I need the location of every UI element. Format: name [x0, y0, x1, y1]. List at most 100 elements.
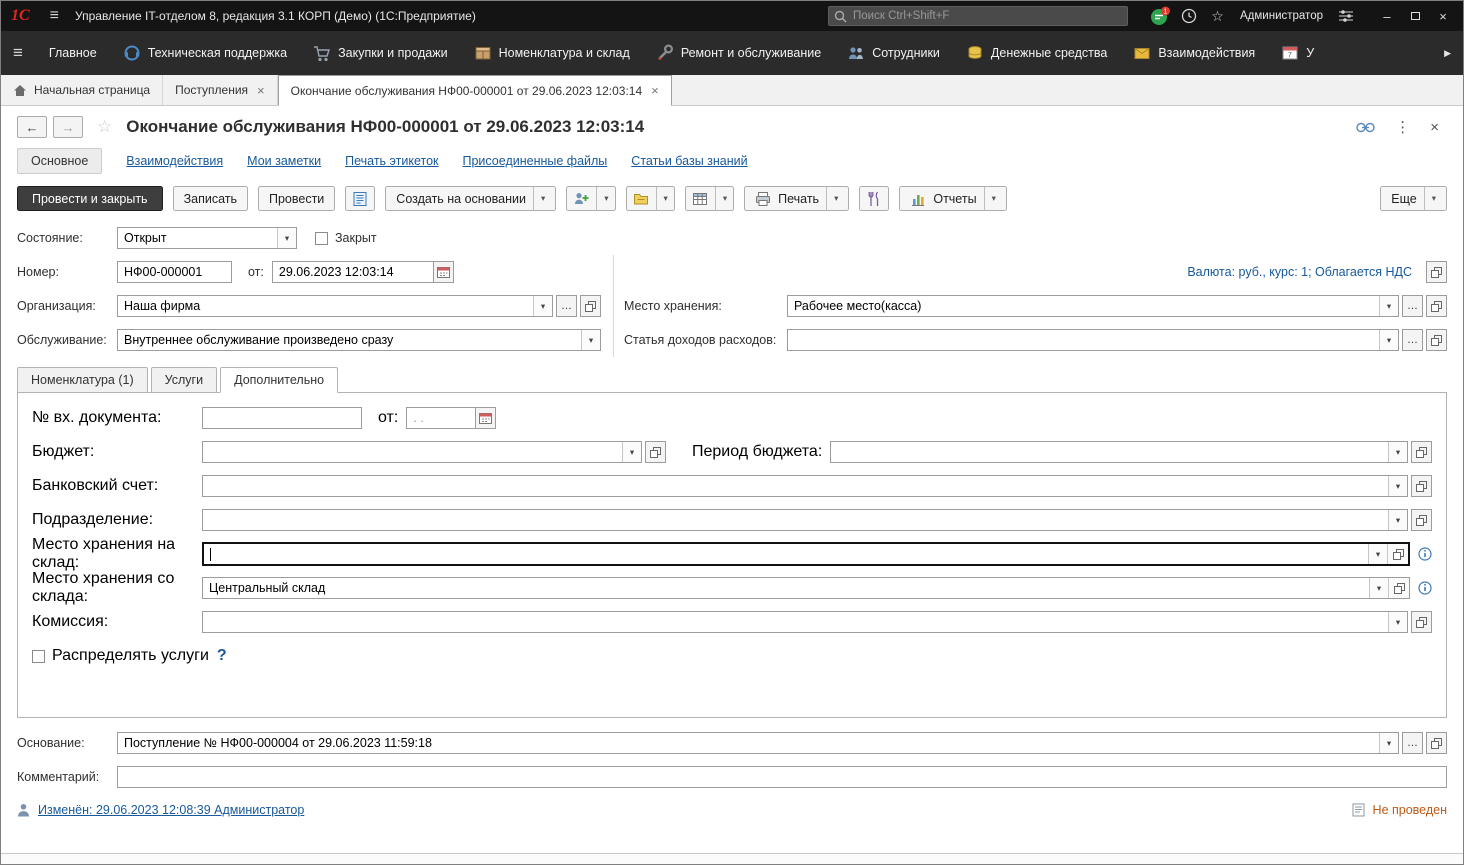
- budget-period-combobox[interactable]: ▾: [830, 441, 1408, 463]
- menu-item-denezhnye[interactable]: Денежные средства: [966, 44, 1107, 62]
- dropdown-icon[interactable]: ▾: [533, 187, 545, 210]
- department-combobox[interactable]: ▾: [202, 509, 1408, 531]
- dropdown-icon[interactable]: ▾: [1388, 612, 1407, 632]
- budget-combobox[interactable]: ▾: [202, 441, 642, 463]
- info-icon[interactable]: [1418, 581, 1432, 595]
- favorite-star-icon[interactable]: ☆: [97, 117, 112, 137]
- main-menu-icon[interactable]: ≡: [42, 7, 67, 25]
- closed-checkbox[interactable]: Закрыт: [315, 231, 377, 245]
- sections-menu-icon[interactable]: ≡: [13, 43, 23, 63]
- choose-button[interactable]: …: [556, 295, 577, 317]
- close-icon[interactable]: ×: [651, 83, 659, 98]
- menu-item-uchet[interactable]: 7 У: [1281, 44, 1314, 62]
- dropdown-icon[interactable]: ▾: [1388, 510, 1407, 530]
- tab-okonchanie-obsluzhivaniya[interactable]: Окончание обслуживания НФ00-000001 от 29…: [278, 75, 672, 106]
- menu-item-nomenklatura[interactable]: Номенклатура и склад: [474, 44, 630, 62]
- dropdown-icon[interactable]: ▾: [533, 296, 552, 316]
- checkbox-icon[interactable]: [32, 650, 45, 663]
- bank-account-combobox[interactable]: ▾: [202, 475, 1408, 497]
- print-button[interactable]: Печать ▾: [744, 186, 849, 211]
- open-icon[interactable]: [1388, 578, 1409, 598]
- dropdown-icon[interactable]: ▾: [715, 187, 727, 210]
- modified-link[interactable]: Изменён: 29.06.2023 12:08:39 Администрат…: [38, 803, 304, 817]
- dropdown-icon[interactable]: ▾: [1388, 476, 1407, 496]
- organization-combobox[interactable]: Наша фирма ▾: [117, 295, 553, 317]
- service-button[interactable]: [859, 186, 889, 211]
- state-combobox[interactable]: Открыт ▾: [117, 227, 297, 249]
- dropdown-icon[interactable]: ▾: [581, 330, 600, 350]
- service-combobox[interactable]: Внутреннее обслуживание произведено сраз…: [117, 329, 601, 351]
- maximize-button[interactable]: [1401, 2, 1429, 30]
- choose-button[interactable]: …: [1402, 329, 1423, 351]
- dropdown-icon[interactable]: ▾: [984, 187, 996, 210]
- dropdown-icon[interactable]: ▾: [1379, 330, 1398, 350]
- dropdown-icon[interactable]: ▾: [656, 187, 668, 210]
- post-button[interactable]: Провести: [258, 186, 335, 211]
- dropdown-icon[interactable]: ▾: [622, 442, 641, 462]
- calendar-button[interactable]: [475, 407, 496, 429]
- favorites-icon[interactable]: ☆: [1204, 3, 1231, 30]
- number-field[interactable]: НФ00-000001: [117, 261, 232, 283]
- minimize-button[interactable]: –: [1373, 2, 1401, 30]
- checkbox-icon[interactable]: [315, 232, 328, 245]
- dropdown-icon[interactable]: ▾: [1424, 187, 1436, 210]
- journal-button[interactable]: [345, 186, 375, 211]
- forward-button[interactable]: →: [53, 116, 83, 138]
- search-input[interactable]: [828, 6, 1128, 26]
- post-and-close-button[interactable]: Провести и закрыть: [17, 186, 163, 211]
- choose-button[interactable]: …: [1402, 732, 1423, 754]
- open-button[interactable]: [645, 441, 666, 463]
- dropdown-icon[interactable]: ▾: [277, 228, 296, 248]
- history-icon[interactable]: [1175, 3, 1202, 30]
- incoming-date-field[interactable]: . .: [406, 407, 476, 429]
- menu-item-zakupki[interactable]: Закупки и продажи: [313, 45, 448, 62]
- dropdown-icon[interactable]: ▾: [826, 187, 838, 210]
- basis-combobox[interactable]: Поступление № НФ00-000004 от 29.06.2023 …: [117, 732, 1399, 754]
- open-button[interactable]: [1411, 509, 1432, 531]
- open-button[interactable]: [1426, 732, 1447, 754]
- calendar-button[interactable]: [433, 261, 454, 283]
- dropdown-icon[interactable]: ▾: [596, 187, 608, 210]
- open-button[interactable]: [1426, 295, 1447, 317]
- menu-item-remont[interactable]: Ремонт и обслуживание: [656, 44, 821, 62]
- menu-overflow-icon[interactable]: ▶: [1444, 48, 1451, 59]
- open-button[interactable]: [580, 295, 601, 317]
- currency-info-link[interactable]: Валюта: руб., курс: 1; Облагается НДС: [1187, 265, 1412, 279]
- storage-from-warehouse-combobox[interactable]: Центральный склад ▾: [202, 577, 1410, 599]
- dropdown-icon[interactable]: ▾: [1379, 733, 1398, 753]
- reports-button[interactable]: Отчеты ▾: [899, 186, 1007, 211]
- date-field[interactable]: 29.06.2023 12:03:14: [272, 261, 434, 283]
- storage-to-warehouse-combobox[interactable]: ▾: [202, 542, 1410, 566]
- open-button[interactable]: [1411, 475, 1432, 497]
- distribute-services-checkbox[interactable]: Распределять услуги: [32, 647, 209, 665]
- tab-dopolnitelno[interactable]: Дополнительно: [220, 367, 338, 393]
- info-icon[interactable]: [1418, 547, 1432, 561]
- write-button[interactable]: Записать: [173, 186, 248, 211]
- menu-item-vzaimodeystviya[interactable]: Взаимодействия: [1133, 45, 1255, 61]
- settings-icon[interactable]: [1332, 3, 1359, 30]
- open-button[interactable]: [1426, 329, 1447, 351]
- more-button[interactable]: Еще ▾: [1380, 186, 1447, 211]
- income-expense-combobox[interactable]: ▾: [787, 329, 1399, 351]
- tab-postupleniya[interactable]: Поступления ×: [163, 75, 278, 105]
- menu-item-sotrudniki[interactable]: Сотрудники: [847, 45, 940, 61]
- menu-item-tehpodderzhka[interactable]: Техническая поддержка: [123, 44, 287, 62]
- attached-files-button[interactable]: ▾: [626, 186, 675, 211]
- storage-place-combobox[interactable]: Рабочее место(касса) ▾: [787, 295, 1399, 317]
- menu-item-glavnoe[interactable]: Главное: [49, 46, 97, 60]
- comment-field[interactable]: [117, 766, 1447, 788]
- open-button[interactable]: [1426, 261, 1447, 283]
- help-link[interactable]: ?: [217, 647, 227, 665]
- open-icon[interactable]: [1387, 544, 1408, 564]
- nav-tab-osnovnoe[interactable]: Основное: [17, 148, 102, 174]
- assignees-button[interactable]: ▾: [566, 186, 615, 211]
- dropdown-icon[interactable]: ▾: [1369, 578, 1388, 598]
- dropdown-icon[interactable]: ▾: [1368, 544, 1387, 564]
- choose-button[interactable]: …: [1402, 295, 1423, 317]
- tab-home[interactable]: Начальная страница: [1, 75, 163, 105]
- current-user[interactable]: Администратор: [1240, 10, 1323, 22]
- table-settings-button[interactable]: ▾: [685, 186, 734, 211]
- incoming-number-field[interactable]: [202, 407, 362, 429]
- nav-link-prisoedinennye-fayly[interactable]: Присоединенные файлы: [463, 154, 608, 168]
- open-button[interactable]: [1411, 441, 1432, 463]
